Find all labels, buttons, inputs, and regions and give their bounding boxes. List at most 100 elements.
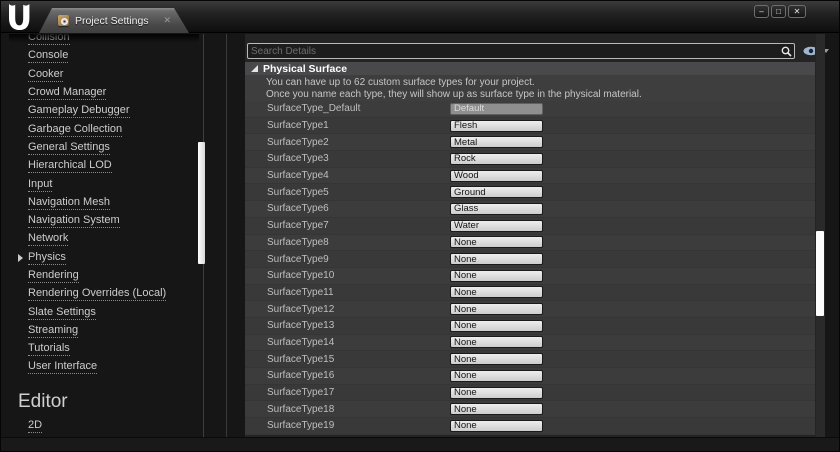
table-row: SurfaceType10 <box>245 268 815 285</box>
table-row: SurfaceType1 <box>245 118 815 135</box>
surface-type-value-input[interactable] <box>450 120 543 132</box>
property-label: SurfaceType6 <box>267 203 450 214</box>
nav-details-splitter[interactable] <box>226 34 227 438</box>
surface-type-value-input[interactable] <box>450 170 543 182</box>
category-description: You can have up to 62 custom surface typ… <box>245 75 825 101</box>
property-label: SurfaceType15 <box>267 354 450 365</box>
sidebar-item-slate-settings[interactable]: Slate Settings <box>9 303 199 321</box>
table-row: SurfaceType18 <box>245 401 815 418</box>
property-label: SurfaceType_Default <box>267 103 450 114</box>
sidebar-item-user-interface[interactable]: User Interface <box>9 358 199 376</box>
details-panel: Physical Surface You can have up to 62 c… <box>245 34 825 439</box>
table-row: SurfaceType14 <box>245 335 815 352</box>
property-label: SurfaceType7 <box>267 220 450 231</box>
surface-type-value-input[interactable] <box>450 220 543 232</box>
surface-type-value-input[interactable] <box>450 370 543 382</box>
surface-type-value-input[interactable] <box>450 303 543 315</box>
minimize-button[interactable]: – <box>754 5 769 18</box>
close-button[interactable]: ✕ <box>788 5 806 18</box>
surface-type-table: SurfaceType_Default SurfaceType1 Surface… <box>245 101 815 435</box>
expand-arrow-icon <box>251 65 258 72</box>
sidebar-item-gameplay-debugger[interactable]: Gameplay Debugger <box>9 102 199 120</box>
tab-label: Project Settings <box>75 15 157 27</box>
surface-type-value-input <box>450 103 543 115</box>
surface-type-value-input[interactable] <box>450 286 543 298</box>
window-controls: – □ ✕ <box>754 5 806 18</box>
property-label: SurfaceType12 <box>267 304 450 315</box>
tab-close-icon[interactable]: ✕ <box>163 16 171 25</box>
property-label: SurfaceType17 <box>267 387 450 398</box>
category-title: Physical Surface <box>263 63 347 75</box>
category-header-physical-surface[interactable]: Physical Surface <box>245 62 825 75</box>
surface-type-value-input[interactable] <box>450 153 543 165</box>
property-label: SurfaceType18 <box>267 404 450 415</box>
surface-type-value-input[interactable] <box>450 420 543 432</box>
sidebar-item-console[interactable]: Console <box>9 47 199 65</box>
surface-type-value-input[interactable] <box>450 236 543 248</box>
sidebar-scrollbar-thumb[interactable] <box>198 142 205 264</box>
table-row: SurfaceType11 <box>245 285 815 302</box>
property-label: SurfaceType14 <box>267 337 450 348</box>
property-label: SurfaceType13 <box>267 320 450 331</box>
surface-type-value-input[interactable] <box>450 403 543 415</box>
table-row: SurfaceType6 <box>245 201 815 218</box>
surface-type-value-input[interactable] <box>450 253 543 265</box>
sidebar-item-physics[interactable]: Physics <box>9 249 199 267</box>
table-row: SurfaceType13 <box>245 318 815 335</box>
sidebar-item-2d[interactable]: 2D <box>9 417 199 435</box>
details-scrollbar-thumb[interactable] <box>816 231 824 316</box>
sidebar-section-editor: Editor <box>9 387 199 417</box>
surface-type-value-input[interactable] <box>450 387 543 399</box>
selected-item-arrow-icon <box>18 254 23 262</box>
sidebar-item-rendering[interactable]: Rendering <box>9 267 199 285</box>
unreal-engine-logo-icon <box>8 4 32 35</box>
sidebar-item-streaming[interactable]: Streaming <box>9 322 199 340</box>
surface-type-value-input[interactable] <box>450 203 543 215</box>
project-settings-window: Project Settings ✕ – □ ✕ Collision Conso… <box>0 0 840 452</box>
sidebar-item-hierarchical-lod[interactable]: Hierarchical LOD <box>9 157 199 175</box>
table-row: SurfaceType2 <box>245 134 815 151</box>
property-label: SurfaceType4 <box>267 170 450 181</box>
surface-type-value-input[interactable] <box>450 136 543 148</box>
sidebar-item-input[interactable]: Input <box>9 175 199 193</box>
table-row: SurfaceType5 <box>245 184 815 201</box>
surface-type-value-input[interactable] <box>450 186 543 198</box>
property-label: SurfaceType5 <box>267 187 450 198</box>
table-row: SurfaceType12 <box>245 301 815 318</box>
table-row: SurfaceType17 <box>245 385 815 402</box>
settings-nav-sidebar: Collision Console Cooker Crowd Manager G… <box>9 34 199 438</box>
table-row: SurfaceType15 <box>245 351 815 368</box>
description-line: Once you name each type, they will show … <box>266 89 825 101</box>
property-label: SurfaceType2 <box>267 137 450 148</box>
sidebar-item-crowd-manager[interactable]: Crowd Manager <box>9 84 199 102</box>
table-row: SurfaceType16 <box>245 368 815 385</box>
surface-type-value-input[interactable] <box>450 320 543 332</box>
sidebar-item-navigation-system[interactable]: Navigation System <box>9 212 199 230</box>
tab-project-settings[interactable]: Project Settings ✕ <box>39 8 189 33</box>
table-row: SurfaceType7 <box>245 218 815 235</box>
sidebar-item-network[interactable]: Network <box>9 230 199 248</box>
sidebar-item-cooker[interactable]: Cooker <box>9 66 199 84</box>
window-bottom-border <box>1 437 839 451</box>
description-line: You can have up to 62 custom surface typ… <box>266 77 825 89</box>
search-input[interactable] <box>248 46 781 57</box>
sidebar-item-tutorials[interactable]: Tutorials <box>9 340 199 358</box>
table-row: SurfaceType8 <box>245 235 815 252</box>
sidebar-item-collision[interactable]: Collision <box>9 34 199 47</box>
settings-nav-list: Collision Console Cooker Crowd Manager G… <box>9 34 199 435</box>
table-row: SurfaceType_Default <box>245 101 815 118</box>
surface-type-value-input[interactable] <box>450 336 543 348</box>
search-row <box>247 43 829 59</box>
sidebar-item-navigation-mesh[interactable]: Navigation Mesh <box>9 194 199 212</box>
property-label: SurfaceType10 <box>267 270 450 281</box>
project-settings-gear-icon <box>58 15 69 26</box>
sidebar-item-general-settings[interactable]: General Settings <box>9 139 199 157</box>
sidebar-item-rendering-overrides[interactable]: Rendering Overrides (Local) <box>9 285 199 303</box>
surface-type-value-input[interactable] <box>450 270 543 282</box>
surface-type-value-input[interactable] <box>450 353 543 365</box>
property-label: SurfaceType1 <box>267 120 450 131</box>
maximize-button[interactable]: □ <box>771 5 786 18</box>
sidebar-item-garbage-collection[interactable]: Garbage Collection <box>9 120 199 138</box>
table-row: SurfaceType3 <box>245 151 815 168</box>
property-label: SurfaceType16 <box>267 370 450 381</box>
